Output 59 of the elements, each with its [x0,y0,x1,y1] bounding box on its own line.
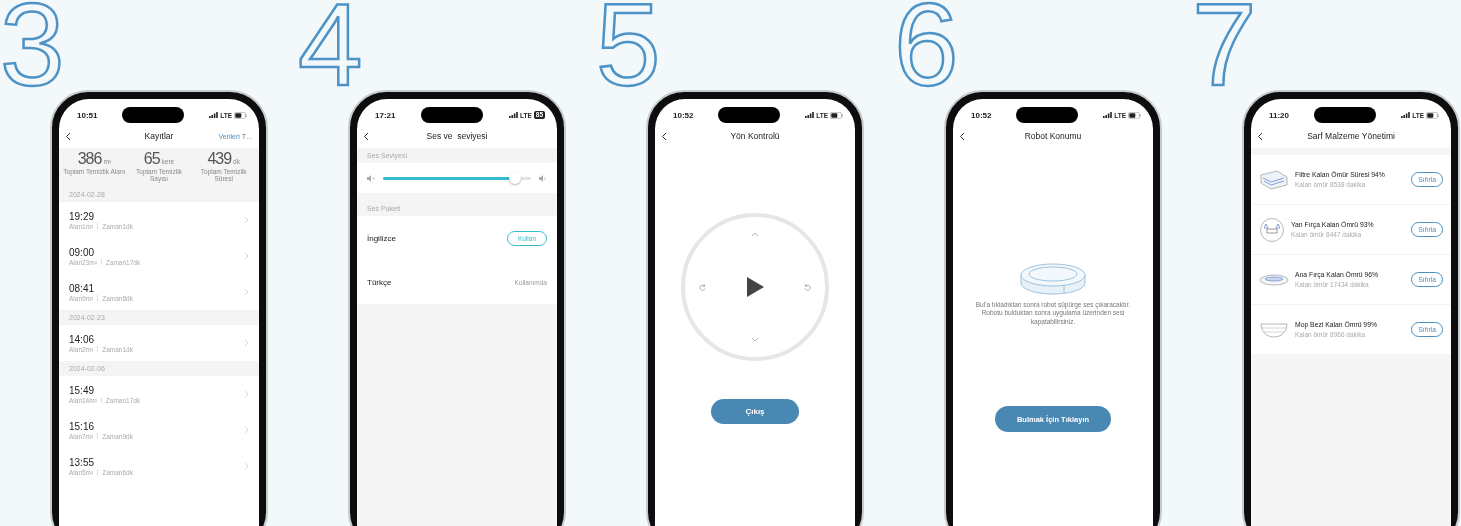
filter-icon [1259,168,1289,191]
record-time: 08:41 [69,282,96,294]
back-icon[interactable] [661,131,667,141]
chevron-right-icon [244,462,249,471]
record-time: 19:29 [69,210,96,222]
step-number: 6 [894,0,959,91]
battery-icon [1128,111,1141,119]
screen-title: Ses ve seviyesi [425,131,489,141]
signal-icon [1103,112,1113,118]
back-icon[interactable] [1257,131,1263,141]
voice-pack-name: Türkçe [367,277,392,287]
back-icon[interactable] [65,131,71,141]
record-time: 13:55 [69,456,96,468]
mop-pad-icon [1259,320,1289,339]
battery-icon [234,111,247,119]
chevron-right-icon [244,252,249,261]
screen-title: Kayıtlar [143,131,175,141]
step-number: 5 [596,0,661,91]
signal-icon [1401,112,1411,118]
step-number: 7 [1192,0,1257,91]
camera-notch [122,107,185,123]
play-icon[interactable] [746,277,764,297]
camera-notch [1314,107,1377,123]
roller-brush-icon [1259,272,1289,287]
chevron-right-icon [244,390,249,399]
back-icon[interactable] [959,131,965,141]
robot-vacuum-icon [1020,263,1086,295]
record-time: 09:00 [69,246,96,258]
record-time: 15:16 [69,420,96,432]
step-number: 4 [298,0,363,91]
voice-pack-name: İngilizce [367,233,396,243]
status-time: 10:52 [673,110,694,120]
battery-icon [1426,111,1439,119]
battery-icon [830,111,843,119]
camera-notch [718,107,781,123]
record-time: 15:49 [69,384,96,396]
status-time: 10:51 [77,110,98,120]
chevron-right-icon [244,426,249,435]
signal-icon [508,112,518,118]
chevron-right-icon [244,288,249,297]
chevron-right-icon [244,216,249,225]
exit-button[interactable]: Çıkış [711,399,799,424]
brush-icon [1259,216,1285,243]
screen-title: Robot Konumu [1023,131,1083,141]
screen-title: Sarf Malzeme Yönetimi [1306,131,1396,141]
status-time: 10:52 [971,110,992,120]
screen-title: Yön Kontrolü [729,131,781,141]
signal-icon [209,112,219,118]
step-number: 3 [0,0,65,91]
status-time: 11:20 [1269,110,1290,120]
camera-notch [421,107,484,123]
back-icon[interactable] [363,131,369,141]
status-time: 17:21 [375,110,396,120]
mute-icon [367,174,375,182]
signal-icon [805,112,815,118]
chevron-right-icon [244,339,249,348]
speaker-icon [539,174,547,182]
record-time: 14:06 [69,333,96,345]
camera-notch [1016,107,1079,123]
